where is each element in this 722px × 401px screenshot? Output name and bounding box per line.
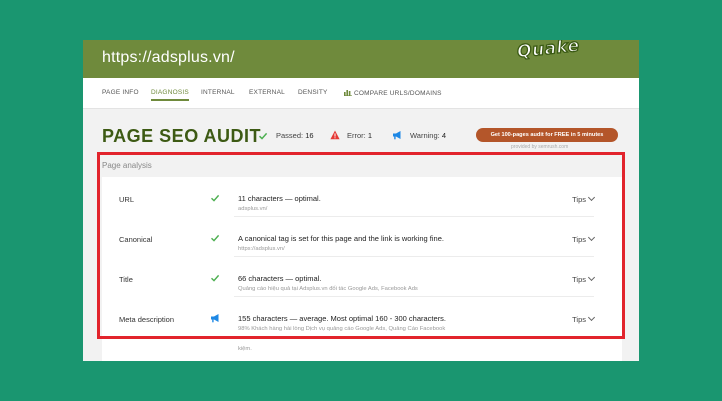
tab-page-info[interactable]: PAGE INFO (102, 89, 139, 96)
highlight-box (97, 152, 625, 339)
tab-external[interactable]: EXTERNAL (249, 89, 285, 96)
row-detail-continued: kiệm. (238, 346, 252, 352)
bar-chart-icon (344, 90, 352, 96)
megaphone-icon (393, 131, 401, 140)
page-title: PAGE SEO AUDIT (102, 126, 262, 146)
check-icon (258, 132, 268, 140)
tab-compare[interactable]: COMPARE URLS/DOMAINS (344, 89, 442, 97)
error-stat: Error: 1 (347, 131, 373, 140)
header-bar: https://adsplus.vn/ Quake (83, 40, 639, 78)
tab-diagnosis[interactable]: DIAGNOSIS (151, 89, 189, 101)
tab-nav: PAGE INFO DIAGNOSIS INTERNAL EXTERNAL DE… (83, 78, 639, 109)
tab-internal[interactable]: INTERNAL (201, 89, 235, 96)
error-icon (330, 130, 340, 140)
tab-density[interactable]: DENSITY (298, 89, 328, 96)
provided-by-text: provided by semrush.com (511, 144, 569, 150)
free-audit-button[interactable]: Get 100-pages audit for FREE in 5 minute… (476, 128, 618, 142)
passed-stat: Passed: 16 (276, 131, 314, 140)
page-url: https://adsplus.vn/ (102, 49, 235, 66)
seoquake-logo: Quake (515, 40, 581, 63)
warning-stat: Warning: 4 (410, 131, 446, 140)
